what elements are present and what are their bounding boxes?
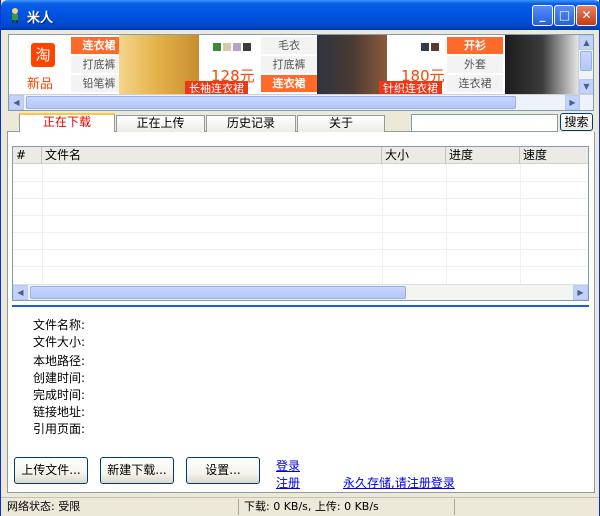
list-horizontal-scrollbar[interactable]: ◀ ▶ <box>13 284 588 300</box>
title-bar[interactable]: 米人 _ □ ✕ <box>1 0 600 30</box>
maximize-icon: □ <box>558 8 571 22</box>
color-swatch <box>431 43 439 51</box>
upload-file-button[interactable]: 上传文件... <box>14 457 88 484</box>
tab-downloading[interactable]: 正在下载 <box>19 113 115 132</box>
ad-content[interactable]: 淘 新品 连衣裙 打底裤 铅笔裤 128元 长袖连衣裙 毛衣 打底裤 连衣裙 1… <box>9 35 579 95</box>
ad-horizontal-scrollbar[interactable]: ◀ ▶ <box>9 94 593 110</box>
ad-banner-frame: 淘 新品 连衣裙 打底裤 铅笔裤 128元 长袖连衣裙 毛衣 打底裤 连衣裙 1… <box>8 34 594 111</box>
panel-divider[interactable] <box>12 305 589 307</box>
ad-category-group-3: 开衫 外套 连衣裙 <box>447 37 503 94</box>
detail-filesize-label: 文件大小: <box>33 335 86 349</box>
color-swatch <box>243 43 251 51</box>
close-icon: ✕ <box>581 8 592 22</box>
scroll-right-icon[interactable]: ▶ <box>565 95 580 110</box>
status-bar: 网络状态: 受限 下载: 0 KB/s, 上传: 0 KB/s <box>1 497 599 516</box>
main-window: 米人 _ □ ✕ 淘 新品 连衣裙 打底裤 铅笔裤 128元 长袖连衣裙 毛衣 <box>0 0 600 516</box>
permanent-storage-link[interactable]: 永久存储,请注册登录 <box>343 474 455 491</box>
grid-line <box>13 181 588 182</box>
ad-link-dress-2[interactable]: 连衣裙 <box>261 75 317 92</box>
detail-completed-label: 完成时间: <box>33 388 86 402</box>
settings-button[interactable]: 设置... <box>186 457 260 484</box>
detail-referer-label: 引用页面: <box>33 422 86 436</box>
scroll-up-icon[interactable]: ▲ <box>579 35 593 50</box>
taobao-logo[interactable]: 淘 新品 <box>17 35 67 95</box>
transfer-speed-status: 下载: 0 KB/s, 上传: 0 KB/s <box>240 499 455 515</box>
ad-link-coat[interactable]: 外套 <box>447 56 503 73</box>
tab-uploading[interactable]: 正在上传 <box>116 115 205 132</box>
grid-line <box>13 266 588 267</box>
ad-vertical-scrollbar[interactable]: ▲ ▼ <box>578 35 593 95</box>
scroll-left-icon[interactable]: ◀ <box>9 95 24 110</box>
status-empty-cell <box>456 499 597 515</box>
color-swatch <box>213 43 221 51</box>
scroll-left-icon[interactable]: ◀ <box>13 285 28 300</box>
grid-line <box>13 232 588 233</box>
ad-photo-2[interactable] <box>317 35 387 95</box>
new-goods-label: 新品 <box>27 77 54 92</box>
ad-link-leggings-2[interactable]: 打底裤 <box>261 56 317 73</box>
ad-category-group-2: 毛衣 打底裤 连衣裙 <box>261 37 317 94</box>
minimize-button[interactable]: _ <box>532 5 553 26</box>
register-link[interactable]: 注册 <box>276 474 300 491</box>
column-header-size[interactable]: 大小 <box>382 147 446 164</box>
column-header-speed[interactable]: 速度 <box>520 147 588 164</box>
window-title: 米人 <box>27 11 54 26</box>
grid-line <box>13 215 588 216</box>
ad-link-dress-3[interactable]: 连衣裙 <box>447 75 503 92</box>
tab-history[interactable]: 历史记录 <box>206 115 296 132</box>
ad-vscroll-thumb[interactable] <box>580 51 592 71</box>
maximize-button[interactable]: □ <box>554 5 575 26</box>
download-list[interactable]: # 文件名 大小 进度 速度 ◀ ▶ <box>12 146 589 301</box>
detail-filename-label: 文件名称: <box>33 318 86 332</box>
scroll-down-icon[interactable]: ▼ <box>579 79 593 94</box>
ad-banner-2[interactable]: 针织连衣裙 <box>379 81 442 95</box>
ad-photo-3[interactable] <box>505 35 579 95</box>
new-download-button[interactable]: 新建下载... <box>100 457 174 484</box>
close-button[interactable]: ✕ <box>576 5 597 26</box>
ad-link-cardigan[interactable]: 开衫 <box>447 37 503 54</box>
list-hscroll-thumb[interactable] <box>30 286 406 299</box>
minimize-icon: _ <box>539 8 546 22</box>
ad-link-sweater[interactable]: 毛衣 <box>261 37 317 54</box>
login-link[interactable]: 登录 <box>276 457 300 474</box>
tab-about[interactable]: 关于 <box>297 115 385 132</box>
column-header-progress[interactable]: 进度 <box>446 147 520 164</box>
app-icon <box>12 8 18 23</box>
color-swatch <box>421 43 429 51</box>
ad-banner-1[interactable]: 长袖连衣裙 <box>185 81 248 95</box>
network-status: 网络状态: 受限 <box>3 499 239 515</box>
detail-link-label: 链接地址: <box>33 405 86 419</box>
grid-line <box>13 249 588 250</box>
column-header-filename[interactable]: 文件名 <box>42 147 382 164</box>
ad-hscroll-thumb[interactable] <box>26 96 516 109</box>
grid-line <box>13 198 588 199</box>
scroll-right-icon[interactable]: ▶ <box>573 285 588 300</box>
column-header-index[interactable]: # <box>13 147 42 164</box>
search-input[interactable] <box>411 114 558 132</box>
taobao-icon: 淘 <box>31 43 55 67</box>
color-swatch <box>233 43 241 51</box>
color-swatch <box>223 43 231 51</box>
search-button[interactable]: 搜索 <box>560 113 593 131</box>
detail-localpath-label: 本地路径: <box>33 354 86 368</box>
detail-created-label: 创建时间: <box>33 371 86 385</box>
list-header: # 文件名 大小 进度 速度 <box>13 147 588 164</box>
